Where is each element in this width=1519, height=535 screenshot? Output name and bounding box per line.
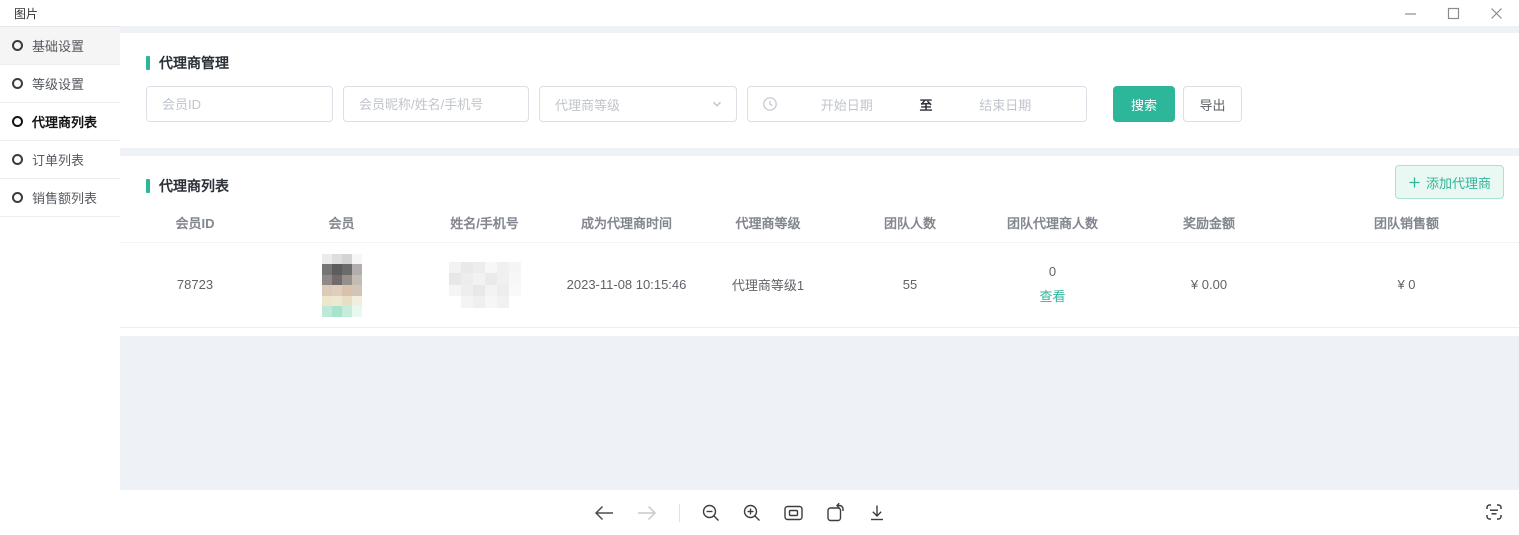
rotate-icon[interactable] bbox=[825, 502, 846, 523]
member-info-input[interactable] bbox=[344, 87, 528, 121]
agent-level-select[interactable]: 代理商等级 bbox=[539, 86, 737, 122]
window-controls bbox=[1404, 7, 1503, 20]
col-team-count: 团队人数 bbox=[839, 204, 981, 242]
window-titlebar: 图片 bbox=[0, 0, 1519, 26]
cell-reward-amount: ¥ 0.00 bbox=[1124, 242, 1294, 327]
save-icon[interactable] bbox=[867, 503, 887, 523]
sidebar-item-label: 基础设置 bbox=[32, 36, 84, 55]
member-info-field-wrap bbox=[343, 86, 529, 122]
back-icon[interactable] bbox=[593, 504, 615, 522]
sidebar-item-sales-list[interactable]: 销售额列表 bbox=[0, 179, 120, 217]
sidebar-item-agent-list[interactable]: 代理商列表 bbox=[0, 103, 120, 141]
window-title: 图片 bbox=[14, 5, 38, 22]
search-button[interactable]: 搜索 bbox=[1113, 86, 1175, 122]
radio-circle-icon bbox=[12, 192, 23, 203]
panel-title-text: 代理商管理 bbox=[159, 53, 229, 73]
section-marker bbox=[146, 56, 150, 70]
date-end-placeholder: 结束日期 bbox=[937, 95, 1075, 114]
col-reward-amount: 奖励金额 bbox=[1124, 204, 1294, 242]
avatar bbox=[322, 254, 362, 317]
agent-level-placeholder: 代理商等级 bbox=[555, 95, 620, 114]
blurred-name-text bbox=[449, 262, 521, 308]
close-icon[interactable] bbox=[1490, 7, 1503, 20]
cell-member-avatar bbox=[270, 242, 413, 327]
clock-icon bbox=[762, 96, 778, 112]
add-agent-label: 添加代理商 bbox=[1426, 173, 1491, 192]
col-member: 会员 bbox=[270, 204, 413, 242]
agent-management-panel: 代理商管理 代理商等级 开始日期 至 结束日期 bbox=[120, 33, 1519, 148]
radio-circle-icon bbox=[12, 116, 23, 127]
agent-list-panel: 代理商列表 添加代理商 会员ID 会员 姓名/手机号 成为代理商时间 bbox=[120, 156, 1519, 336]
col-team-sales: 团队销售额 bbox=[1294, 204, 1519, 242]
date-separator: 至 bbox=[916, 95, 937, 114]
cell-agent-level: 代理商等级1 bbox=[697, 242, 839, 327]
sidebar-item-label: 销售额列表 bbox=[32, 188, 97, 207]
member-id-field-wrap bbox=[146, 86, 333, 122]
cell-team-agent-count: 0 查看 bbox=[981, 242, 1124, 327]
table-row: 78723 2023-11-08 10:15:46 代理商等级1 55 0 查看 bbox=[120, 242, 1519, 327]
cell-team-count: 55 bbox=[839, 242, 981, 327]
col-team-agent-count: 团队代理商人数 bbox=[981, 204, 1124, 242]
sidebar-item-label: 等级设置 bbox=[32, 74, 84, 93]
add-agent-button[interactable]: 添加代理商 bbox=[1395, 165, 1504, 199]
background-filler bbox=[120, 336, 1519, 491]
date-start-placeholder: 开始日期 bbox=[778, 95, 916, 114]
sidebar-item-label: 订单列表 bbox=[32, 150, 84, 169]
member-id-input[interactable] bbox=[147, 87, 332, 121]
date-range-picker[interactable]: 开始日期 至 结束日期 bbox=[747, 86, 1087, 122]
minimize-icon[interactable] bbox=[1404, 7, 1417, 20]
export-button[interactable]: 导出 bbox=[1183, 86, 1242, 122]
sidebar-item-order-list[interactable]: 订单列表 bbox=[0, 141, 120, 179]
main-content: 代理商管理 代理商等级 开始日期 至 结束日期 bbox=[120, 26, 1519, 490]
cell-member-id: 78723 bbox=[120, 242, 270, 327]
sidebar: 基础设置 等级设置 代理商列表 订单列表 销售额列表 bbox=[0, 26, 120, 490]
plus-icon bbox=[1408, 176, 1421, 189]
panel-title: 代理商管理 bbox=[146, 53, 1493, 73]
cell-team-sales: ¥ 0 bbox=[1294, 242, 1519, 327]
panel-title-text: 代理商列表 bbox=[159, 176, 229, 196]
table-header-row: 会员ID 会员 姓名/手机号 成为代理商时间 代理商等级 团队人数 团队代理商人… bbox=[120, 204, 1519, 242]
cell-become-time: 2023-11-08 10:15:46 bbox=[556, 242, 697, 327]
radio-circle-icon bbox=[12, 154, 23, 165]
sidebar-item-level-settings[interactable]: 等级设置 bbox=[0, 65, 120, 103]
sidebar-item-label: 代理商列表 bbox=[32, 112, 97, 131]
team-agent-count-value: 0 bbox=[981, 264, 1124, 279]
view-link[interactable]: 查看 bbox=[1039, 286, 1065, 305]
col-member-id: 会员ID bbox=[120, 204, 270, 242]
zoom-in-icon[interactable] bbox=[742, 503, 762, 523]
col-agent-level: 代理商等级 bbox=[697, 204, 839, 242]
fit-to-window-icon[interactable] bbox=[783, 503, 804, 523]
radio-circle-icon bbox=[12, 78, 23, 89]
zoom-out-icon[interactable] bbox=[701, 503, 721, 523]
image-viewer-toolbar bbox=[0, 490, 1519, 535]
panel-title: 代理商列表 bbox=[120, 176, 1519, 196]
ocr-scan-icon[interactable] bbox=[1482, 500, 1506, 524]
col-name-phone: 姓名/手机号 bbox=[413, 204, 556, 242]
chevron-down-icon bbox=[710, 97, 724, 111]
cell-name-phone bbox=[413, 242, 556, 327]
maximize-icon[interactable] bbox=[1447, 7, 1460, 20]
section-marker bbox=[146, 179, 150, 193]
radio-circle-icon bbox=[12, 40, 23, 51]
agent-table: 会员ID 会员 姓名/手机号 成为代理商时间 代理商等级 团队人数 团队代理商人… bbox=[120, 204, 1519, 328]
forward-icon[interactable] bbox=[636, 504, 658, 522]
toolbar-divider bbox=[679, 504, 680, 522]
col-become-time: 成为代理商时间 bbox=[556, 204, 697, 242]
filter-form: 代理商等级 开始日期 至 结束日期 搜索 导出 bbox=[146, 86, 1493, 122]
sidebar-item-basic-settings[interactable]: 基础设置 bbox=[0, 27, 120, 65]
